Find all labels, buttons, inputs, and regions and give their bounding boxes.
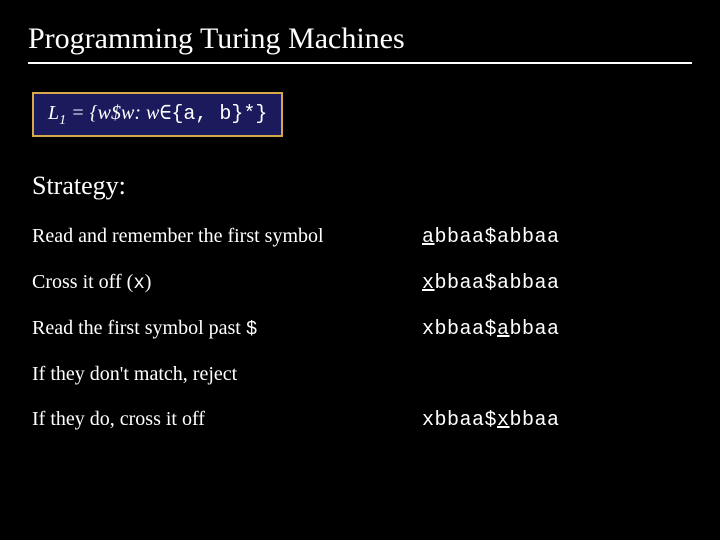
lang-w1: w <box>98 102 111 124</box>
step-desc: If they don't match, reject <box>32 363 422 386</box>
tape-head: a <box>422 226 435 249</box>
lang-equals: = { <box>66 102 98 124</box>
tape-head: x <box>422 272 435 295</box>
strategy-heading: Strategy: <box>32 171 692 201</box>
tape-state: xbbaa$xbbaa <box>422 409 560 432</box>
lang-member: ∈{a, b}*} <box>159 103 267 126</box>
tape-post: bbaa$abbaa <box>435 226 560 249</box>
tape-post: bbaa <box>510 318 560 341</box>
lang-w2: w <box>121 102 134 124</box>
tape-pre: xbbaa$ <box>422 318 497 341</box>
tape-head: a <box>497 318 510 341</box>
tape-state: xbbaa$abbaa <box>422 272 560 295</box>
language-definition-box: L1 = {w$w: w∈{a, b}*} <box>32 92 283 137</box>
strategy-row: Read and remember the first symbol abbaa… <box>32 225 692 249</box>
strategy-row: If they do, cross it off xbbaa$xbbaa <box>32 408 692 432</box>
lang-w3: w <box>146 102 159 124</box>
slide-container: Programming Turing Machines L1 = {w$w: w… <box>0 0 720 476</box>
strategy-row: If they don't match, reject <box>32 363 692 386</box>
lang-colon: : <box>134 102 146 124</box>
strategy-rows: Read and remember the first symbol abbaa… <box>32 225 692 432</box>
step-desc: If they do, cross it off <box>32 408 422 431</box>
tape-post: bbaa <box>510 409 560 432</box>
tape-state: xbbaa$abbaa <box>422 318 560 341</box>
strategy-row: Read the first symbol past $ xbbaa$abbaa <box>32 317 692 341</box>
step-desc: Cross it off (x) <box>32 271 422 294</box>
tape-post: bbaa$abbaa <box>435 272 560 295</box>
tape-head: x <box>497 409 510 432</box>
lang-L: L <box>48 102 59 124</box>
step-desc: Read the first symbol past $ <box>32 317 422 340</box>
tape-pre: xbbaa$ <box>422 409 497 432</box>
step-desc: Read and remember the first symbol <box>32 225 422 248</box>
strategy-row: Cross it off (x) xbbaa$abbaa <box>32 271 692 295</box>
tape-state: abbaa$abbaa <box>422 226 560 249</box>
lang-dollar: $ <box>111 102 121 124</box>
slide-title: Programming Turing Machines <box>28 22 692 64</box>
